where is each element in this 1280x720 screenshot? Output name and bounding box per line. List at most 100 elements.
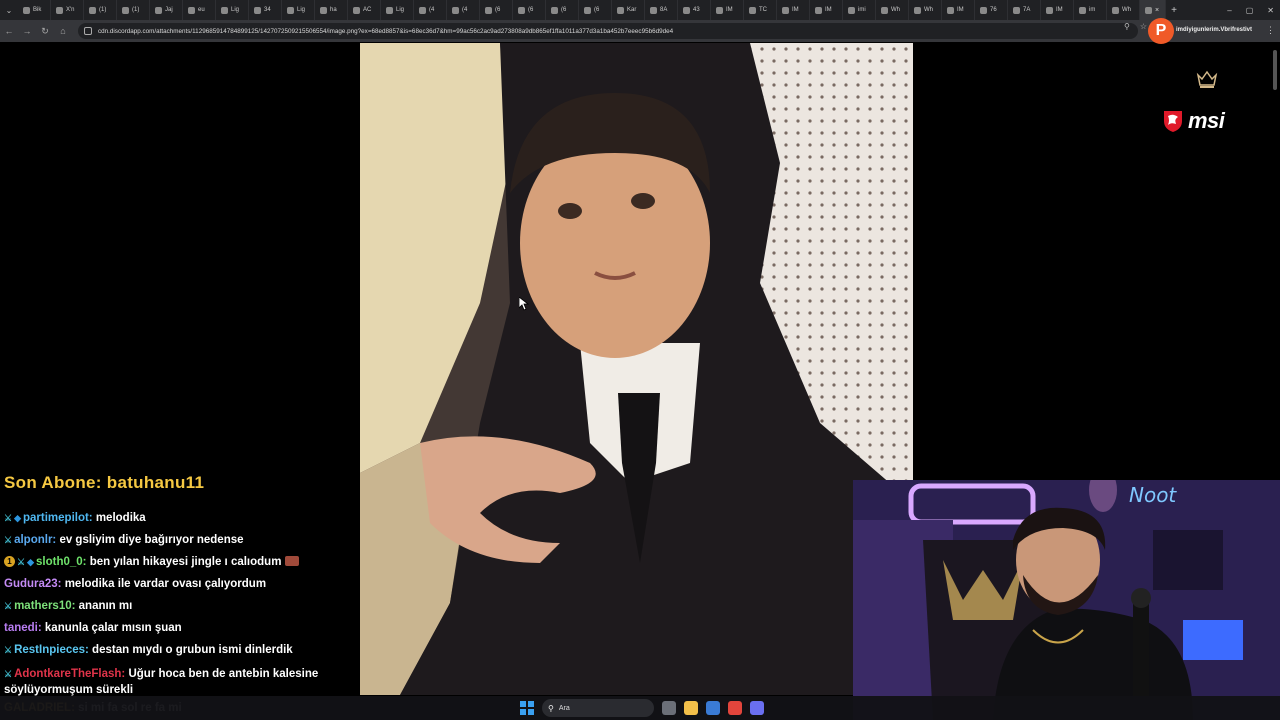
browser-tab[interactable]: ha — [315, 0, 348, 20]
file-explorer-icon[interactable] — [684, 701, 698, 715]
zoom-icon[interactable]: ⚲ — [1124, 22, 1130, 31]
browser-tab[interactable]: (4 — [414, 0, 447, 20]
site-icon — [1112, 6, 1119, 14]
chat-username[interactable]: Gudura23: — [4, 578, 62, 590]
chat-username[interactable]: RestInpieces: — [14, 644, 89, 656]
tab-label: 34 — [264, 7, 271, 13]
x-icon — [551, 6, 558, 14]
pen-icon — [221, 6, 228, 14]
browser-tab[interactable]: Wh — [1107, 0, 1140, 20]
back-icon[interactable]: ← — [0, 26, 18, 36]
browser-tab[interactable]: Wh — [909, 0, 942, 20]
chat-message-text: ben yılan hikayesi jingle ı calıodum — [86, 556, 282, 568]
stream-frame: ⌄ Bik X'n (1) (1) Jaj eu Lig 34 Lig ha AC Lig (4 (4 (6… — [0, 0, 1280, 720]
tab-search-icon[interactable]: ⌄ — [0, 0, 18, 20]
address-bar[interactable]: cdn.discordapp.com/attachments/112968591… — [78, 23, 1138, 39]
tab-label: (1) — [99, 7, 107, 13]
site-icon — [947, 6, 954, 14]
site-icon — [353, 6, 360, 14]
task-view-icon[interactable] — [662, 701, 676, 715]
discord-icon[interactable] — [750, 701, 764, 715]
tab-label: imi — [858, 7, 866, 13]
browser-toolbar: ← → ↻ ⌂ cdn.discordapp.com/attachments/1… — [0, 20, 1280, 42]
tab-label: Lig — [231, 7, 240, 13]
taskbar-search[interactable]: ⚲ Ara — [542, 699, 654, 717]
close-window-button[interactable]: ✕ — [1267, 6, 1274, 15]
browser-tab[interactable]: (6 — [513, 0, 546, 20]
close-tab-icon[interactable]: × — [1155, 7, 1159, 14]
browser-tab[interactable]: TC — [744, 0, 777, 20]
browser-tab[interactable]: Lig — [282, 0, 315, 20]
chat-message: ⚔ ◆ partimepilot: melodika — [4, 512, 146, 524]
forward-icon[interactable]: → — [18, 26, 36, 36]
sword-badge-icon: ⚔ — [4, 601, 13, 611]
browser-tab[interactable]: 34 — [249, 0, 282, 20]
new-tab-button[interactable]: + — [1166, 5, 1182, 16]
chat-username[interactable]: AdontkareTheFlash: — [14, 668, 125, 680]
taskbar-search-placeholder: Ara — [558, 704, 570, 712]
reload-icon[interactable]: ↻ — [36, 26, 54, 37]
browser-tab[interactable]: IM — [777, 0, 810, 20]
mouse-cursor-icon — [519, 297, 529, 311]
msi-logo-text: msi — [1188, 108, 1225, 133]
displayed-image — [360, 43, 913, 695]
browser-tab[interactable]: IM — [942, 0, 975, 20]
start-button[interactable] — [520, 701, 534, 715]
scrollbar-thumb[interactable] — [1273, 50, 1277, 90]
sword-badge-icon: ⚔ — [4, 535, 13, 545]
sword-badge-icon: ⚔ — [4, 645, 13, 655]
chat-message: Gudura23: melodika ile vardar ovası çalı… — [4, 578, 266, 590]
webcam-feed: Noot — [853, 480, 1280, 720]
browser-tab[interactable]: imi — [843, 0, 876, 20]
msi-logo: msi — [1162, 108, 1225, 134]
browser-tab[interactable]: (6 — [480, 0, 513, 20]
chat-username[interactable]: mathers10: — [14, 600, 75, 612]
maximize-button[interactable]: ▢ — [1246, 6, 1254, 15]
browser-tab[interactable]: 76 — [975, 0, 1008, 20]
browser-tab[interactable]: eu — [183, 0, 216, 20]
sword-badge-icon: ⚔ — [4, 669, 13, 679]
chat-username[interactable]: sloth0_0: — [36, 556, 87, 568]
browser-tab[interactable]: (1) — [117, 0, 150, 20]
browser-tab[interactable]: IM — [810, 0, 843, 20]
bookmark-star-icon[interactable]: ☆ — [1140, 22, 1147, 31]
chat-username[interactable]: alponlr: — [14, 534, 56, 546]
browser-tab[interactable]: im — [1074, 0, 1107, 20]
browser-tab[interactable]: 7A — [1008, 0, 1041, 20]
browser-tab[interactable]: X'n — [51, 0, 84, 20]
browser-tab[interactable]: (6 — [546, 0, 579, 20]
browser-tab[interactable]: Bik — [18, 0, 51, 20]
address-bar-actions: ⚲ ☆ — [1124, 22, 1147, 31]
browser-tab[interactable]: Lig — [216, 0, 249, 20]
browser-tab[interactable]: (4 — [447, 0, 480, 20]
chrome-icon[interactable] — [728, 701, 742, 715]
taskbar-apps — [662, 701, 764, 715]
store-icon[interactable] — [706, 701, 720, 715]
browser-tab[interactable]: AC — [348, 0, 381, 20]
browser-tab[interactable]: Kar — [612, 0, 645, 20]
browser-tab[interactable]: 43 — [678, 0, 711, 20]
browser-tab[interactable]: IM — [1041, 0, 1074, 20]
site-info-icon[interactable] — [84, 27, 92, 35]
browser-menu-icon[interactable]: ⋮ — [1266, 25, 1275, 36]
browser-tab[interactable]: Lig — [381, 0, 414, 20]
tab-label: 76 — [990, 7, 997, 13]
home-icon[interactable]: ⌂ — [54, 26, 72, 36]
tab-active[interactable]: × — [1140, 0, 1166, 20]
browser-tab[interactable]: (6 — [579, 0, 612, 20]
msi-dragon-icon — [1164, 111, 1182, 132]
browser-tab[interactable]: (1) — [84, 0, 117, 20]
chat-username[interactable]: partimepilot: — [23, 512, 93, 524]
tab-label: (4 — [462, 7, 468, 13]
extension-badge-icon[interactable]: P — [1148, 18, 1174, 44]
browser-tab[interactable]: Wh — [876, 0, 909, 20]
browser-tab[interactable]: IM — [711, 0, 744, 20]
site-icon — [782, 6, 789, 14]
minimize-button[interactable]: – — [1227, 6, 1231, 15]
site-icon — [155, 6, 162, 14]
chat-username[interactable]: tanedi: — [4, 622, 42, 634]
site-icon — [617, 6, 624, 14]
tab-label: 7A — [1023, 7, 1031, 13]
browser-tab[interactable]: Jaj — [150, 0, 183, 20]
browser-tab[interactable]: 8A — [645, 0, 678, 20]
